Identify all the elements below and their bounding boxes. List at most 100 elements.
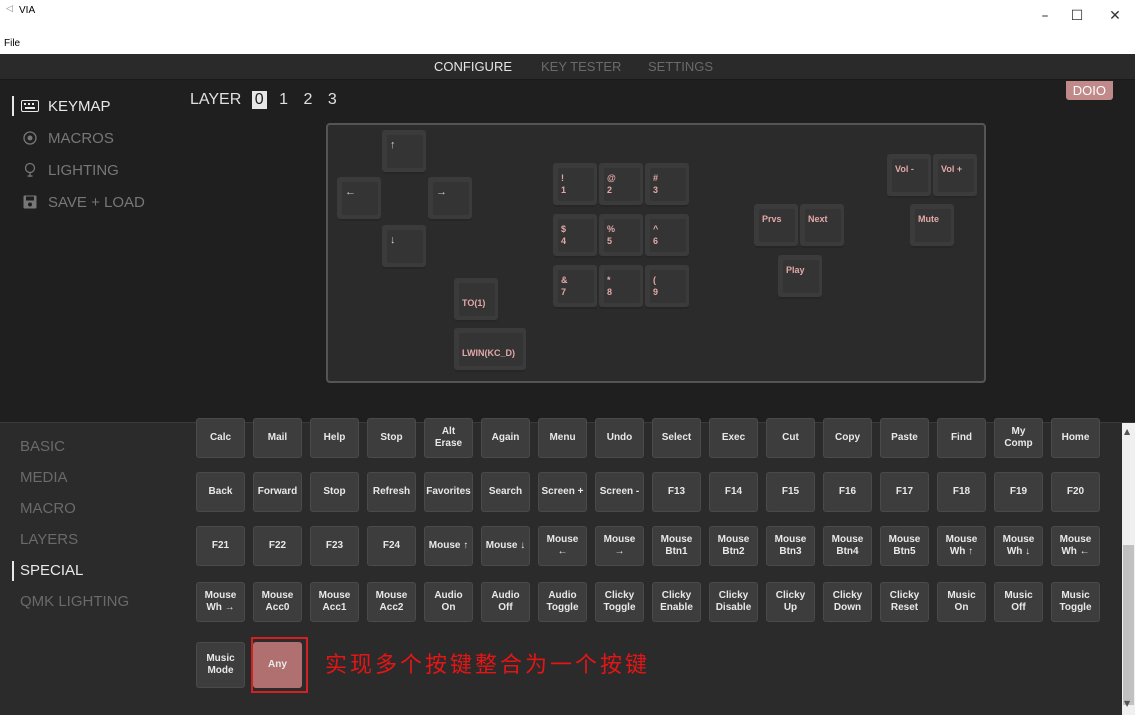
key-next[interactable]: Next bbox=[800, 204, 844, 248]
key-up[interactable]: ↑ bbox=[382, 130, 426, 174]
key-vol-down[interactable]: Vol - bbox=[887, 154, 931, 198]
keycode-clicky-toggle[interactable]: Clicky Toggle bbox=[595, 582, 644, 622]
layer-option-1[interactable]: 1 bbox=[276, 91, 291, 109]
keycode-help[interactable]: Help bbox=[310, 418, 359, 458]
keycode-my-comp[interactable]: My Comp bbox=[994, 418, 1043, 458]
keycode-cut[interactable]: Cut bbox=[766, 418, 815, 458]
keycode-f14[interactable]: F14 bbox=[709, 472, 758, 512]
nav-item-keymap[interactable]: KEYMAP bbox=[12, 90, 172, 122]
keycode-clicky-reset[interactable]: Clicky Reset bbox=[880, 582, 929, 622]
keycode-f20[interactable]: F20 bbox=[1051, 472, 1100, 512]
key-down[interactable]: ↓ bbox=[382, 225, 426, 269]
category-special[interactable]: SPECIAL bbox=[12, 555, 172, 586]
key-8[interactable]: * 8 bbox=[599, 265, 643, 309]
keycode-menu[interactable]: Menu bbox=[538, 418, 587, 458]
key-lwin-d[interactable]: LWIN(KC_D) bbox=[454, 328, 526, 372]
keycode-stop[interactable]: Stop bbox=[310, 472, 359, 512]
close-button[interactable]: ✕ bbox=[1100, 8, 1130, 28]
keycode-f18[interactable]: F18 bbox=[937, 472, 986, 512]
keycode-forward[interactable]: Forward bbox=[253, 472, 302, 512]
category-macro[interactable]: MACRO bbox=[12, 493, 172, 524]
keycode-mouse-btn1[interactable]: Mouse Btn1 bbox=[652, 526, 701, 566]
keycode-f24[interactable]: F24 bbox=[367, 526, 416, 566]
scroll-down-icon[interactable]: ▼ bbox=[1124, 699, 1130, 708]
keycode-favorites[interactable]: Favorites bbox=[424, 472, 473, 512]
keycode-f16[interactable]: F16 bbox=[823, 472, 872, 512]
keycode-music-on[interactable]: Music On bbox=[937, 582, 986, 622]
keycode-mouse-wh[interactable]: Mouse Wh → bbox=[196, 582, 245, 622]
keycode-mouse-acc0[interactable]: Mouse Acc0 bbox=[253, 582, 302, 622]
keycode-clicky-up[interactable]: Clicky Up bbox=[766, 582, 815, 622]
key-mute[interactable]: Mute bbox=[910, 204, 954, 248]
keycode-mouse-wh[interactable]: Mouse Wh ↓ bbox=[994, 526, 1043, 566]
keycode-alt-erase[interactable]: Alt Erase bbox=[424, 418, 473, 458]
key-play[interactable]: Play bbox=[778, 255, 822, 299]
keycode-undo[interactable]: Undo bbox=[595, 418, 644, 458]
keycode-clicky-down[interactable]: Clicky Down bbox=[823, 582, 872, 622]
maximize-button[interactable]: ☐ bbox=[1062, 8, 1092, 28]
key-6[interactable]: ^ 6 bbox=[645, 214, 689, 258]
keycode-f15[interactable]: F15 bbox=[766, 472, 815, 512]
keycode-f21[interactable]: F21 bbox=[196, 526, 245, 566]
keycode-again[interactable]: Again bbox=[481, 418, 530, 458]
keycode-mouse[interactable]: Mouse ↑ bbox=[424, 526, 473, 566]
keycode-audio-off[interactable]: Audio Off bbox=[481, 582, 530, 622]
keycode-mouse[interactable]: Mouse ↓ bbox=[481, 526, 530, 566]
category-qmk-lighting[interactable]: QMK LIGHTING bbox=[12, 586, 172, 617]
keycode-f22[interactable]: F22 bbox=[253, 526, 302, 566]
key-vol-up[interactable]: Vol + bbox=[933, 154, 977, 198]
key-2[interactable]: @ 2 bbox=[599, 163, 643, 207]
keycode-select[interactable]: Select bbox=[652, 418, 701, 458]
keycode-refresh[interactable]: Refresh bbox=[367, 472, 416, 512]
keycode-mouse-btn3[interactable]: Mouse Btn3 bbox=[766, 526, 815, 566]
key-5[interactable]: % 5 bbox=[599, 214, 643, 258]
keycode-home[interactable]: Home bbox=[1051, 418, 1100, 458]
keycode-scrollbar[interactable]: ▲ ▼ bbox=[1122, 423, 1135, 715]
nav-item-save-load[interactable]: SAVE + LOAD bbox=[12, 186, 172, 218]
keycode-mouse-acc2[interactable]: Mouse Acc2 bbox=[367, 582, 416, 622]
keycode-paste[interactable]: Paste bbox=[880, 418, 929, 458]
tab-settings[interactable]: SETTINGS bbox=[648, 59, 713, 74]
category-media[interactable]: MEDIA bbox=[12, 462, 172, 493]
key-to1[interactable]: TO(1) bbox=[454, 278, 498, 322]
keycode-mouse-acc1[interactable]: Mouse Acc1 bbox=[310, 582, 359, 622]
key-4[interactable]: $ 4 bbox=[553, 214, 597, 258]
scrollbar-thumb[interactable] bbox=[1123, 545, 1134, 705]
layer-option-2[interactable]: 2 bbox=[300, 91, 315, 109]
keycode-back[interactable]: Back bbox=[196, 472, 245, 512]
keycode-calc[interactable]: Calc bbox=[196, 418, 245, 458]
key-right[interactable]: → bbox=[428, 177, 472, 221]
keycode-audio-on[interactable]: Audio On bbox=[424, 582, 473, 622]
layer-option-0[interactable]: 0 bbox=[251, 91, 267, 109]
keycode-f23[interactable]: F23 bbox=[310, 526, 359, 566]
layer-option-3[interactable]: 3 bbox=[325, 91, 340, 109]
keycode-find[interactable]: Find bbox=[937, 418, 986, 458]
keycode-audio-toggle[interactable]: Audio Toggle bbox=[538, 582, 587, 622]
keycode-mouse-wh[interactable]: Mouse Wh ↑ bbox=[937, 526, 986, 566]
key-9[interactable]: ( 9 bbox=[645, 265, 689, 309]
nav-item-lighting[interactable]: LIGHTING bbox=[12, 154, 172, 186]
keycode-mouse[interactable]: Mouse ← bbox=[538, 526, 587, 566]
keycode-screen[interactable]: Screen + bbox=[538, 472, 587, 512]
keycode-mouse-btn2[interactable]: Mouse Btn2 bbox=[709, 526, 758, 566]
keycode-clicky-disable[interactable]: Clicky Disable bbox=[709, 582, 758, 622]
keycode-mouse-btn4[interactable]: Mouse Btn4 bbox=[823, 526, 872, 566]
keycode-mail[interactable]: Mail bbox=[253, 418, 302, 458]
keycode-search[interactable]: Search bbox=[481, 472, 530, 512]
keycode-clicky-enable[interactable]: Clicky Enable bbox=[652, 582, 701, 622]
keycode-f19[interactable]: F19 bbox=[994, 472, 1043, 512]
tab-key-tester[interactable]: KEY TESTER bbox=[541, 59, 621, 74]
keycode-f17[interactable]: F17 bbox=[880, 472, 929, 512]
category-layers[interactable]: LAYERS bbox=[12, 524, 172, 555]
keycode-mouse-btn5[interactable]: Mouse Btn5 bbox=[880, 526, 929, 566]
key-1[interactable]: ! 1 bbox=[553, 163, 597, 207]
keycode-mouse-wh[interactable]: Mouse Wh ← bbox=[1051, 526, 1100, 566]
menu-file[interactable]: File bbox=[4, 38, 20, 49]
key-left[interactable]: ← bbox=[337, 177, 381, 221]
nav-item-macros[interactable]: MACROS bbox=[12, 122, 172, 154]
keycode-stop[interactable]: Stop bbox=[367, 418, 416, 458]
keycode-mouse[interactable]: Mouse → bbox=[595, 526, 644, 566]
keycode-music-mode[interactable]: Music Mode bbox=[196, 642, 245, 688]
keycode-music-off[interactable]: Music Off bbox=[994, 582, 1043, 622]
tab-configure[interactable]: CONFIGURE bbox=[434, 59, 512, 74]
